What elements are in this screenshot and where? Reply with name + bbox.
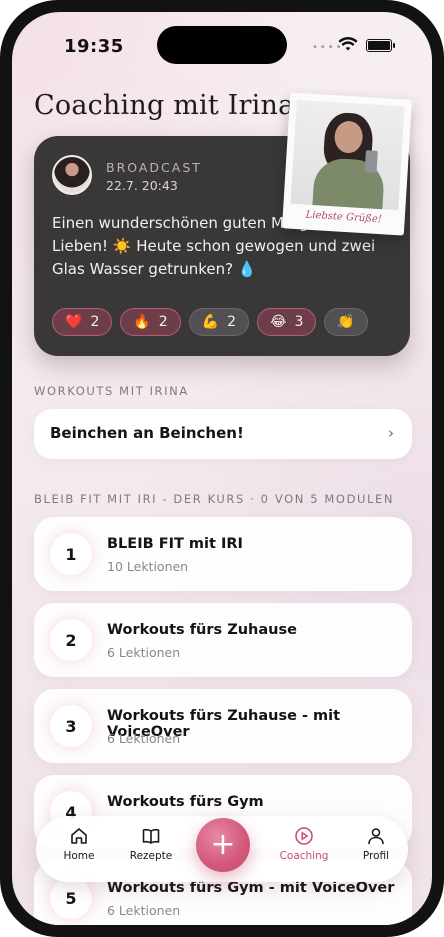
tab-home-label: Home — [63, 850, 95, 862]
module-title: Workouts fürs Gym - mit VoiceOver — [107, 880, 395, 896]
tab-coaching-label: Coaching — [279, 850, 329, 862]
tab-profile[interactable]: Profil — [346, 826, 406, 862]
broadcast-label: BROADCAST — [106, 160, 202, 175]
module-title: Workouts fürs Zuhause — [107, 622, 297, 638]
tab-home[interactable]: Home — [49, 826, 109, 862]
reaction-count: 3 — [294, 314, 304, 330]
reaction-muscle-button[interactable]: 💪 2 — [188, 308, 250, 336]
reaction-count: 2 — [90, 314, 100, 330]
battery-icon — [366, 39, 395, 52]
polaroid-caption: Liebste Grüße! — [305, 209, 383, 226]
coach-photo — [290, 99, 405, 211]
tab-recipes-label: Rezepte — [129, 850, 173, 862]
coach-polaroid-photo: Liebste Grüße! — [281, 92, 413, 236]
tab-profile-label: Profil — [362, 850, 390, 862]
module-lessons: 10 Lektionen — [107, 559, 189, 574]
reactions-row: ❤️ 2 🔥 2 💪 2 😂 3 👏 — [52, 308, 368, 336]
module-lessons: 6 Lektionen — [107, 645, 181, 660]
play-circle-icon — [295, 827, 313, 845]
tab-coaching[interactable]: Coaching — [274, 826, 334, 862]
book-icon — [142, 828, 160, 844]
module-number: 2 — [50, 619, 92, 661]
reaction-count: 2 — [158, 314, 168, 330]
module-lessons: 6 Lektionen — [107, 731, 181, 746]
module-title: BLEIB FIT mit IRI — [107, 536, 243, 552]
workout-item-label: Beinchen an Beinchen! — [50, 424, 244, 442]
reaction-laugh-button[interactable]: 😂 3 — [257, 308, 317, 336]
workout-item[interactable]: Beinchen an Beinchen! › — [34, 409, 412, 459]
reaction-heart-button[interactable]: ❤️ 2 — [52, 308, 113, 336]
reaction-clap-button[interactable]: 👏 — [324, 308, 368, 336]
reaction-fire-button[interactable]: 🔥 2 — [120, 308, 181, 336]
wifi-icon — [338, 37, 358, 51]
page-title: Coaching mit Irina — [34, 90, 295, 121]
person-icon — [368, 828, 384, 845]
heart-emoji-icon: ❤️ — [65, 314, 83, 330]
muscle-emoji-icon: 💪 — [201, 314, 220, 330]
fire-emoji-icon: 🔥 — [133, 314, 151, 330]
broadcast-date: 22.7. 20:43 — [106, 178, 178, 193]
module-item[interactable]: 2 Workouts fürs Zuhause 6 Lektionen — [34, 603, 412, 677]
app-screen: 19:35 •••• Coaching mit Irina BROADCAST … — [12, 12, 432, 925]
status-time: 19:35 — [64, 36, 124, 57]
status-bar: 19:35 •••• — [12, 12, 432, 72]
tab-recipes[interactable]: Rezepte — [121, 826, 181, 862]
reaction-count: 2 — [227, 314, 237, 330]
module-number: 5 — [50, 877, 92, 919]
coach-avatar — [52, 155, 92, 195]
module-title: Workouts fürs Gym — [107, 794, 264, 810]
laughing-emoji-icon: 😂 — [270, 314, 287, 330]
device-frame: 19:35 •••• Coaching mit Irina BROADCAST … — [0, 0, 444, 937]
clapping-emoji-icon: 👏 — [337, 314, 355, 330]
module-lessons: 6 Lektionen — [107, 903, 181, 918]
module-item[interactable]: 1 BLEIB FIT mit IRI 10 Lektionen — [34, 517, 412, 591]
home-icon — [71, 828, 87, 844]
add-button[interactable]: + — [196, 818, 250, 872]
module-number: 1 — [50, 533, 92, 575]
workouts-section-title: WORKOUTS MIT IRINA — [34, 384, 189, 398]
course-section-title: BLEIB FIT MIT IRI - DER KURS · 0 VON 5 M… — [34, 492, 395, 506]
module-number: 3 — [50, 705, 92, 747]
chevron-right-icon: › — [388, 424, 394, 442]
module-item[interactable]: 3 Workouts fürs Zuhause - mit VoiceOver … — [34, 689, 412, 763]
dynamic-island — [157, 26, 287, 64]
